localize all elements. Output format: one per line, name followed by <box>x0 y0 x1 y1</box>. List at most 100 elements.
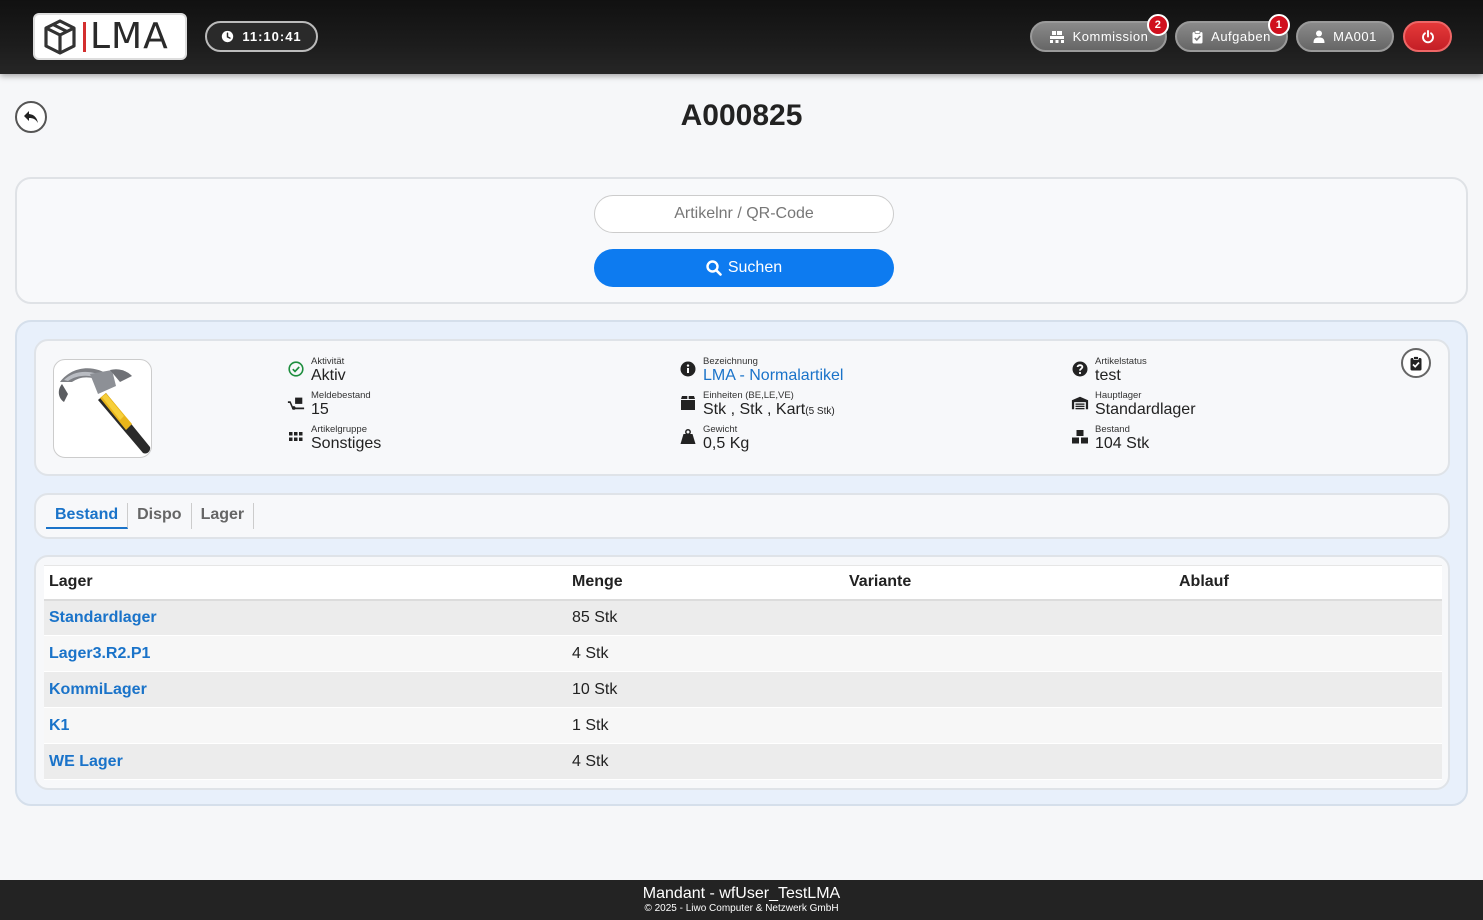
artikelstatus-label: Artikelstatus <box>1095 356 1147 367</box>
search-button[interactable]: Suchen <box>594 249 894 287</box>
app-logo[interactable]: LMA <box>33 13 187 60</box>
cell-lager[interactable]: K1 <box>44 707 567 744</box>
article-panel: Aktivität Aktiv Meldebestand 15 Artikelgru… <box>15 320 1468 806</box>
cell-menge: 10 Stk <box>567 671 844 708</box>
article-image[interactable] <box>53 359 152 458</box>
clipboard-check-icon <box>1192 29 1203 43</box>
truck-loading-icon <box>287 397 305 410</box>
artikelgruppe-value: Sonstiges <box>311 435 382 452</box>
info-artikelstatus: Artikelstatus test <box>1071 357 1147 384</box>
clipboard-button[interactable] <box>1401 348 1431 378</box>
meldebestand-label: Meldebestand <box>311 390 371 401</box>
info-artikelgruppe: Artikelgruppe Sonstiges <box>287 425 381 452</box>
cell-lager[interactable]: Lager3.R2.P1 <box>44 635 567 672</box>
cell-lager[interactable]: Standardlager <box>44 599 567 636</box>
info-aktivitaet: Aktivität Aktiv <box>287 357 346 384</box>
table-row[interactable]: Standardlager 85 Stk <box>44 599 1442 636</box>
cell-ablauf <box>1174 671 1442 708</box>
footer-copyright: © 2025 - Liwo Computer & Netzwerk GmbH <box>644 903 839 914</box>
table-header-row: Lager Menge Variante Ablauf <box>44 565 1442 601</box>
column-header-ablauf[interactable]: Ablauf <box>1174 565 1442 601</box>
user-icon <box>1313 30 1325 43</box>
boxes-icon <box>1072 430 1088 444</box>
top-navbar: LMA 11:10:41 Kommission 2 Aufgaben 1 MA0… <box>0 0 1483 74</box>
einheiten-units: Stk , Stk , Kart <box>703 401 806 418</box>
tab-dispo[interactable]: Dispo <box>128 503 192 529</box>
cell-variante <box>844 635 1174 672</box>
column-header-variante[interactable]: Variante <box>844 565 1174 601</box>
clock-icon <box>222 30 234 43</box>
table-row[interactable]: KommiLager 10 Stk <box>44 671 1442 708</box>
cell-lager[interactable]: KommiLager <box>44 671 567 708</box>
hauptlager-value: Standardlager <box>1095 401 1196 418</box>
article-info-card: Aktivität Aktiv Meldebestand 15 Artikelgru… <box>34 339 1450 476</box>
clock-display: 11:10:41 <box>205 21 318 52</box>
cell-ablauf <box>1174 635 1442 672</box>
logo-text: LMA <box>90 15 169 57</box>
hauptlager-label: Hauptlager <box>1095 390 1142 401</box>
weight-icon <box>680 429 696 444</box>
table-row[interactable]: WE Lager 4 Stk <box>44 743 1442 780</box>
clipboard-check-icon <box>1410 355 1422 370</box>
table-row[interactable]: K1 1 Stk <box>44 707 1442 744</box>
aufgaben-button[interactable]: Aufgaben 1 <box>1175 14 1290 52</box>
cell-ablauf <box>1174 707 1442 744</box>
kommission-button[interactable]: Kommission 2 <box>1030 14 1169 52</box>
cell-menge: 4 Stk <box>567 743 844 780</box>
tab-lager[interactable]: Lager <box>192 503 255 529</box>
cell-ablauf <box>1174 599 1442 636</box>
aktivitaet-label: Aktivität <box>311 356 345 367</box>
cell-menge: 4 Stk <box>567 635 844 672</box>
cell-ablauf <box>1174 743 1442 780</box>
table-row[interactable]: Lager3.R2.P1 4 Stk <box>44 635 1442 672</box>
meldebestand-value: 15 <box>311 401 329 418</box>
cell-variante <box>844 707 1174 744</box>
power-icon <box>1421 29 1434 43</box>
gewicht-value: 0,5 Kg <box>703 435 750 452</box>
info-hauptlager: Hauptlager Standardlager <box>1071 391 1196 418</box>
warehouse-icon <box>1071 396 1089 410</box>
footer: Mandant - wfUser_TestLMA © 2025 - Liwo C… <box>0 880 1483 920</box>
box-icon <box>681 396 695 410</box>
einheiten-suffix: (5 Stk) <box>805 406 835 417</box>
aktivitaet-value: Aktiv <box>311 367 346 384</box>
bestand-value: 104 Stk <box>1095 435 1150 452</box>
gewicht-label: Gewicht <box>703 424 738 435</box>
search-icon <box>706 260 722 276</box>
footer-mandant: Mandant - wfUser_TestLMA <box>642 885 841 902</box>
cell-menge: 1 Stk <box>567 707 844 744</box>
cell-menge: 85 Stk <box>567 599 844 636</box>
tab-bestand[interactable]: Bestand <box>46 503 129 529</box>
einheiten-label: Einheiten (BE,LE,VE) <box>703 390 794 401</box>
aufgaben-label: Aufgaben <box>1211 29 1271 44</box>
stock-table: Lager Menge Variante Ablauf Standardlage… <box>44 565 1442 780</box>
kommission-count-badge: 2 <box>1147 14 1169 36</box>
hammer-icon <box>58 368 151 454</box>
cell-variante <box>844 599 1174 636</box>
check-circle-icon <box>288 361 304 377</box>
search-panel: Suchen <box>15 177 1468 304</box>
search-button-label: Suchen <box>727 259 783 276</box>
artikelstatus-value: test <box>1095 367 1121 384</box>
question-circle-icon <box>1072 361 1088 377</box>
logo-accent-bar <box>83 21 86 52</box>
info-bezeichnung: Bezeichnung LMA - Normalartikel <box>679 357 843 384</box>
article-search-input[interactable] <box>594 195 894 233</box>
cell-variante <box>844 671 1174 708</box>
info-meldebestand: Meldebestand 15 <box>287 391 371 418</box>
user-button[interactable]: MA001 <box>1296 21 1394 52</box>
user-label: MA001 <box>1333 29 1377 44</box>
logout-button[interactable] <box>1403 21 1452 52</box>
kommission-label: Kommission <box>1072 29 1149 44</box>
page-title: A000825 <box>680 99 803 132</box>
bezeichnung-value[interactable]: LMA - Normalartikel <box>703 367 843 384</box>
info-circle-icon <box>680 361 696 377</box>
cell-lager[interactable]: WE Lager <box>44 743 567 780</box>
stock-table-card: Lager Menge Variante Ablauf Standardlage… <box>34 555 1450 790</box>
column-header-lager[interactable]: Lager <box>44 565 567 601</box>
clock-time: 11:10:41 <box>242 29 302 44</box>
column-header-menge[interactable]: Menge <box>567 565 844 601</box>
pallet-icon <box>1049 30 1064 43</box>
box-logo-icon <box>44 18 76 55</box>
einheiten-value: Stk , Stk , Kart(5 Stk) <box>703 401 835 420</box>
